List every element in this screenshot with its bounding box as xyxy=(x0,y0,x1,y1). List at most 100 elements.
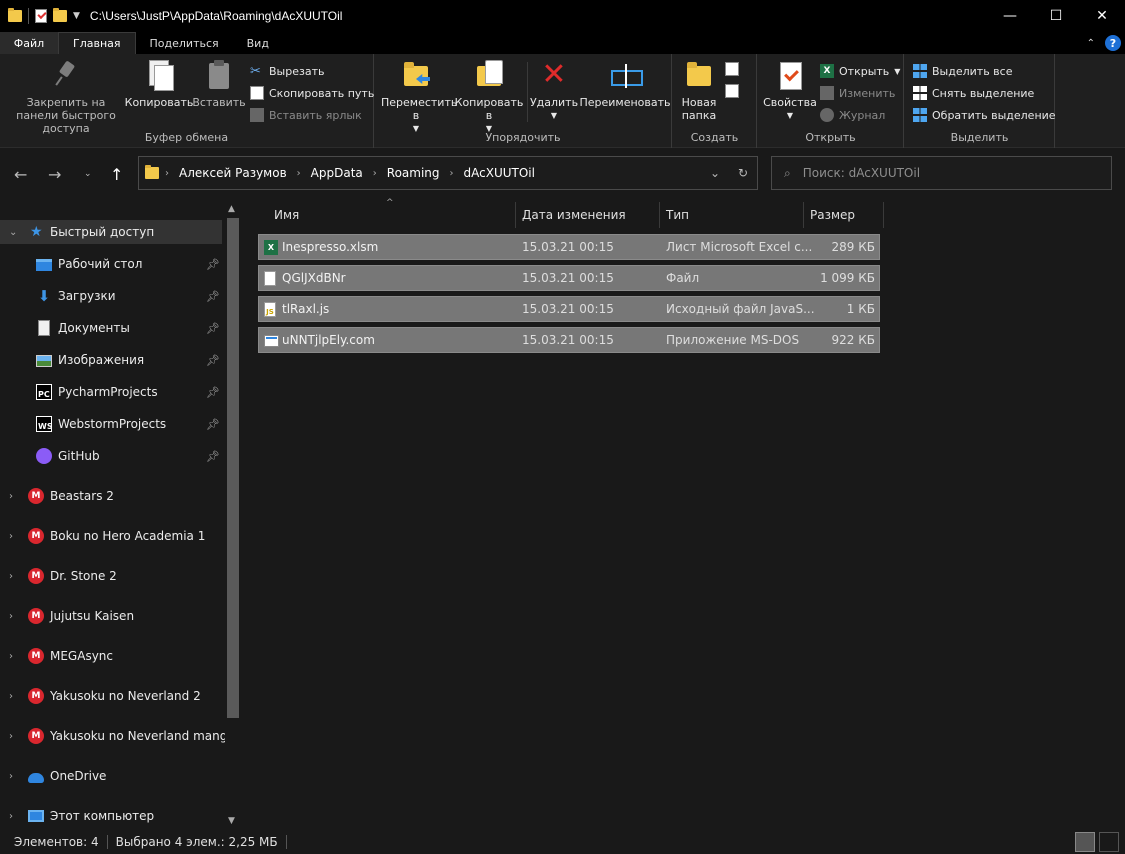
paste-button[interactable]: Вставить xyxy=(192,60,246,109)
close-button[interactable]: ✕ xyxy=(1079,0,1125,32)
ribbon-tabs: Файл Главная Поделиться Вид ⌃ ? xyxy=(0,32,1125,54)
tab-home[interactable]: Главная xyxy=(58,32,136,54)
column-header-date[interactable]: Дата изменения xyxy=(516,202,660,228)
large-icons-view-button[interactable] xyxy=(1099,832,1119,852)
sidebar-item-jujutsu[interactable]: › M Jujutsu Kaisen xyxy=(0,604,222,628)
chevron-right-icon[interactable]: › xyxy=(297,168,301,179)
copy-path-button[interactable]: Скопировать путь xyxy=(250,84,374,102)
sidebar-item-dr-stone[interactable]: › M Dr. Stone 2 xyxy=(0,564,222,588)
create-group-label: Создать xyxy=(690,131,739,144)
tab-share[interactable]: Поделиться xyxy=(136,32,233,54)
breadcrumb-current[interactable]: dAcXUUTOil xyxy=(464,166,535,180)
rename-button[interactable]: Переименовать xyxy=(579,60,671,109)
select-none-button[interactable]: Снять выделение xyxy=(913,84,1034,102)
search-input[interactable]: ⌕ Поиск: dAcXUUTOil xyxy=(771,156,1112,190)
refresh-icon[interactable]: ↻ xyxy=(729,166,757,180)
address-bar[interactable]: › Алексей Разумов › AppData › Roaming › … xyxy=(138,156,758,190)
sidebar-item-github[interactable]: GitHub 📌︎ xyxy=(0,444,222,468)
sidebar-scroll-thumb[interactable] xyxy=(227,218,239,718)
open-button[interactable]: X Открыть ▼ xyxy=(820,62,900,80)
folder-icon xyxy=(145,165,159,179)
breadcrumb-roaming[interactable]: Roaming xyxy=(387,166,440,180)
tab-view[interactable]: Вид xyxy=(233,32,283,54)
sidebar-item-megasync[interactable]: › M MEGAsync xyxy=(0,644,222,668)
star-icon: ★ xyxy=(30,224,43,240)
organize-group-label: Упорядочить xyxy=(485,131,561,144)
details-view-button[interactable] xyxy=(1075,832,1095,852)
copy-to-button[interactable]: Копировать в ▼ xyxy=(453,60,525,135)
chevron-down-icon[interactable]: ▼ xyxy=(73,11,80,21)
clipboard-group-label: Буфер обмена xyxy=(144,131,229,144)
easy-access-icon[interactable] xyxy=(725,84,739,98)
invert-selection-button[interactable]: Обратить выделение xyxy=(913,106,1056,124)
chevron-right-icon[interactable]: › xyxy=(9,651,13,662)
sidebar-item-downloads[interactable]: ⬇ Загрузки 📌︎ xyxy=(0,284,222,308)
sidebar-item-documents[interactable]: Документы 📌︎ xyxy=(0,316,222,340)
delete-button[interactable]: ✕ Удалить ▼ xyxy=(529,60,579,122)
sidebar-item-neverland-manga[interactable]: › M Yakusoku no Neverland manga xyxy=(0,724,235,748)
up-arrow-icon[interactable]: ↑ xyxy=(110,165,123,184)
chevron-down-icon[interactable]: ⌄ xyxy=(701,166,729,180)
paste-shortcut-button[interactable]: Вставить ярлык xyxy=(250,106,362,124)
chevron-right-icon[interactable]: › xyxy=(9,731,13,742)
sidebar-item-pictures[interactable]: Изображения 📌︎ xyxy=(0,348,222,372)
chevron-right-icon[interactable]: › xyxy=(9,691,13,702)
breadcrumb-user[interactable]: Алексей Разумов xyxy=(179,166,287,180)
chevron-right-icon[interactable]: › xyxy=(450,168,454,179)
select-all-button[interactable]: Выделить все xyxy=(913,62,1012,80)
collapse-ribbon-icon[interactable]: ⌃ xyxy=(1087,38,1095,49)
recent-locations-icon[interactable]: ⌄ xyxy=(84,169,92,179)
quick-access-toolbar: ▼ xyxy=(0,0,80,32)
history-button[interactable]: Журнал xyxy=(820,106,885,124)
column-header-size[interactable]: Размер xyxy=(804,202,884,228)
cut-button[interactable]: ✂ Вырезать xyxy=(250,62,324,80)
new-folder-button[interactable]: Новая папка xyxy=(679,60,719,122)
column-header-type[interactable]: Тип xyxy=(660,202,804,228)
properties-button[interactable]: Свойства ▼ xyxy=(762,60,818,122)
sidebar-item-quick-access[interactable]: ⌄ ★ Быстрый доступ xyxy=(0,220,222,244)
file-row-qgljxdbnr[interactable]: QGlJXdBNr 15.03.21 00:15 Файл 1 099 КБ xyxy=(258,265,880,291)
scroll-down-icon[interactable]: ▼ xyxy=(228,816,235,826)
new-folder-quick-icon[interactable] xyxy=(53,8,67,22)
sidebar-item-this-pc[interactable]: › Этот компьютер xyxy=(0,804,222,828)
tab-file[interactable]: Файл xyxy=(0,32,58,54)
scroll-up-icon[interactable]: ▲ xyxy=(228,204,235,214)
sidebar-item-pycharm[interactable]: PC PycharmProjects 📌︎ xyxy=(0,380,222,404)
chevron-down-icon[interactable]: ⌄ xyxy=(9,227,17,238)
sidebar-item-boku-no-hero[interactable]: › M Boku no Hero Academia 1 xyxy=(0,524,222,548)
minimize-button[interactable]: — xyxy=(987,0,1033,32)
sidebar-item-neverland-2[interactable]: › M Yakusoku no Neverland 2 xyxy=(0,684,222,708)
navigation-pane: ⌄ ★ Быстрый доступ Рабочий стол 📌︎ ⬇ Заг… xyxy=(0,200,242,830)
chevron-right-icon[interactable]: › xyxy=(9,571,13,582)
copy-button[interactable]: Копировать xyxy=(125,60,193,109)
sidebar-item-webstorm[interactable]: WS WebstormProjects 📌︎ xyxy=(0,412,222,436)
back-arrow-icon[interactable]: ← xyxy=(14,165,27,184)
chevron-right-icon[interactable]: › xyxy=(9,531,13,542)
file-row-tlraxl[interactable]: JS tlRaxl.js 15.03.21 00:15 Исходный фай… xyxy=(258,296,880,322)
chevron-right-icon[interactable]: › xyxy=(9,811,13,822)
file-type: Лист Microsoft Excel с... xyxy=(666,240,813,254)
forward-arrow-icon[interactable]: → xyxy=(48,165,61,184)
help-icon[interactable]: ? xyxy=(1105,35,1121,51)
pin-quick-access-button[interactable]: Закрепить на панели быстрого доступа xyxy=(6,60,126,135)
file-date: 15.03.21 00:15 xyxy=(522,271,614,285)
breadcrumb-appdata[interactable]: AppData xyxy=(311,166,363,180)
move-to-button[interactable]: Переместить в ▼ xyxy=(379,60,457,135)
edit-button[interactable]: Изменить xyxy=(820,84,895,102)
chevron-down-icon: ▼ xyxy=(894,66,901,76)
column-header-name[interactable]: Имя xyxy=(268,202,516,228)
chevron-right-icon[interactable]: › xyxy=(165,168,169,179)
chevron-right-icon[interactable]: › xyxy=(9,771,13,782)
chevron-right-icon[interactable]: › xyxy=(9,611,13,622)
desktop-icon xyxy=(36,259,52,271)
file-row-unntjlpely[interactable]: uNNTjlpEly.com 15.03.21 00:15 Приложение… xyxy=(258,327,880,353)
chevron-right-icon[interactable]: › xyxy=(9,491,13,502)
sidebar-item-beastars[interactable]: › M Beastars 2 xyxy=(0,484,222,508)
maximize-button[interactable]: ☐ xyxy=(1033,0,1079,32)
file-row-inespresso[interactable]: X Inespresso.xlsm 15.03.21 00:15 Лист Mi… xyxy=(258,234,880,260)
sidebar-item-onedrive[interactable]: › OneDrive xyxy=(0,764,222,788)
sidebar-item-desktop[interactable]: Рабочий стол 📌︎ xyxy=(0,252,222,276)
properties-quick-icon[interactable] xyxy=(35,9,47,23)
chevron-right-icon[interactable]: › xyxy=(373,168,377,179)
new-item-icon[interactable] xyxy=(725,62,739,76)
